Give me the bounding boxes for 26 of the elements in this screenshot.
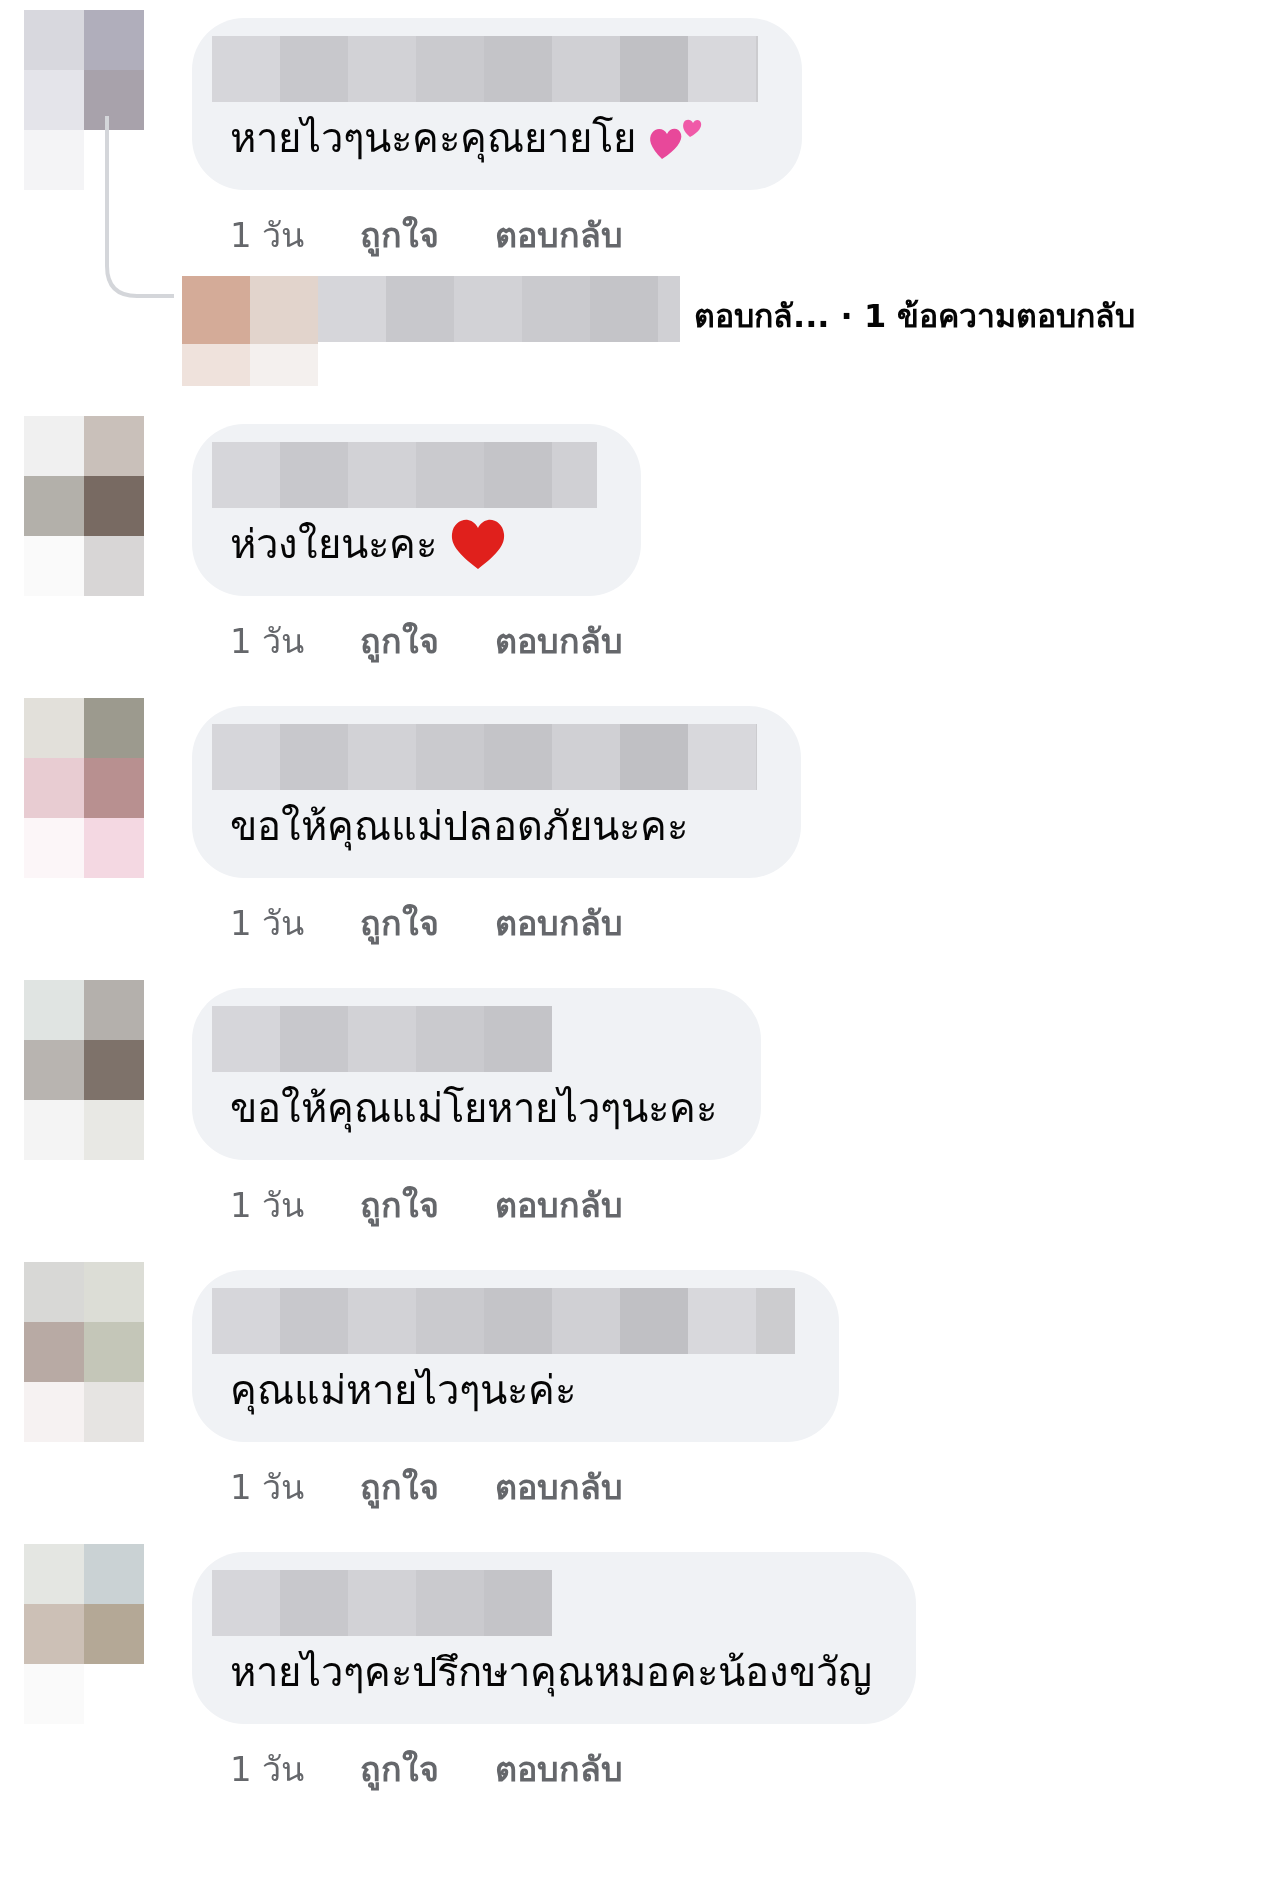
- like-link[interactable]: ถูกใจ: [360, 896, 440, 950]
- reply-link[interactable]: ตอบกลับ: [495, 1460, 624, 1514]
- like-link[interactable]: ถูกใจ: [360, 1742, 440, 1796]
- comment-time: 1 วัน: [230, 214, 305, 257]
- comment-time: 1 วัน: [230, 902, 305, 945]
- like-link[interactable]: ถูกใจ: [360, 614, 440, 668]
- comment-text: ห่วงใยนะคะ: [230, 520, 437, 569]
- comment-text: ขอให้คุณแม่โยหายไวๆนะคะ: [230, 1084, 717, 1135]
- replies-link[interactable]: ตอบกลั... · 1 ข้อความตอบกลับ: [694, 290, 1136, 341]
- like-link[interactable]: ถูกใจ: [360, 208, 440, 262]
- comment-time: 1 วัน: [230, 1466, 305, 1509]
- reply-link[interactable]: ตอบกลับ: [495, 208, 624, 262]
- comment-text: หายไวๆคะปรึกษาคุณหมอคะน้องขวัญ: [230, 1648, 872, 1699]
- comment-text: หายไวๆนะคะคุณยายโย: [230, 114, 636, 165]
- comment-time: 1 วัน: [230, 620, 305, 663]
- comment-time: 1 วัน: [230, 1184, 305, 1227]
- comment-text: คุณแม่หายไวๆนะค่ะ: [230, 1366, 576, 1417]
- reply-link[interactable]: ตอบกลับ: [495, 1742, 624, 1796]
- reply-link[interactable]: ตอบกลับ: [495, 1178, 624, 1232]
- reply-link[interactable]: ตอบกลับ: [495, 896, 624, 950]
- comment-time: 1 วัน: [230, 1748, 305, 1791]
- like-link[interactable]: ถูกใจ: [360, 1178, 440, 1232]
- comment-text: ขอให้คุณแม่ปลอดภัยนะคะ: [230, 802, 688, 853]
- reply-link[interactable]: ตอบกลับ: [495, 614, 624, 668]
- heart-icon: [449, 517, 507, 571]
- like-link[interactable]: ถูกใจ: [360, 1460, 440, 1514]
